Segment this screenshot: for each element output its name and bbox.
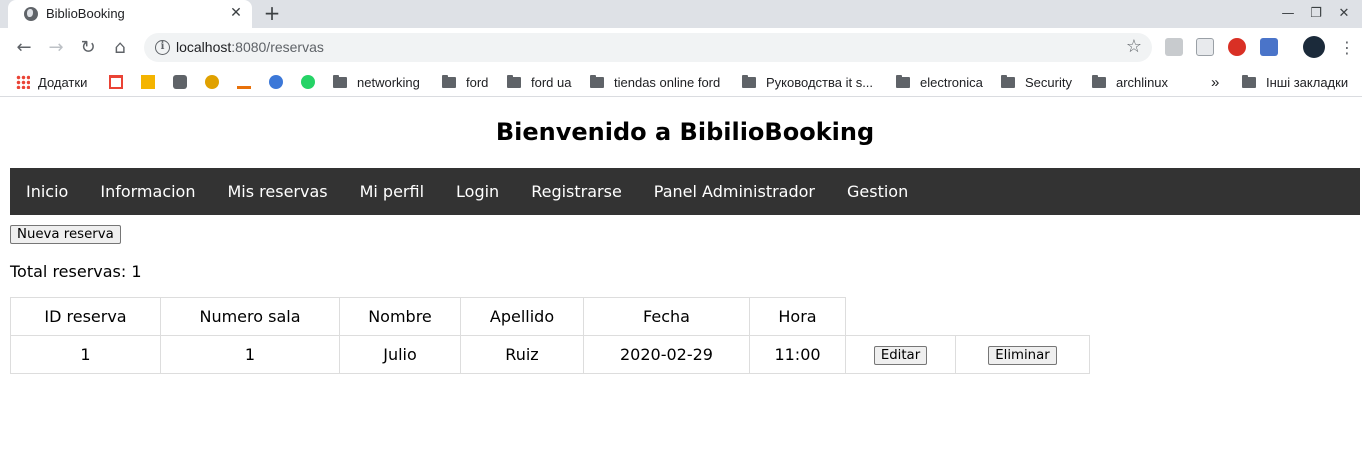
- adblock-icon[interactable]: [1228, 38, 1246, 56]
- nav-login[interactable]: Login: [440, 168, 515, 215]
- globe-icon: [24, 7, 38, 21]
- new-reservation-button[interactable]: Nueva reserva: [10, 225, 121, 244]
- browser-toolbar: ← → ↻ ⌂ i localhost:8080/reservas ☆ ⋮: [0, 28, 1362, 66]
- info-icon[interactable]: i: [155, 40, 170, 55]
- bookmark-fox[interactable]: [173, 73, 195, 91]
- total-reservations: Total reservas: 1: [10, 262, 142, 281]
- bookmark-j[interactable]: [141, 73, 163, 91]
- restore-icon[interactable]: ❐: [1306, 4, 1326, 24]
- close-window-icon[interactable]: ✕: [1334, 4, 1354, 24]
- bookmark-star-badge[interactable]: [205, 73, 227, 91]
- column-header: Fecha: [583, 297, 750, 336]
- bookmark-folder[interactable]: tiendas online ford: [590, 73, 720, 91]
- folder-icon: [590, 75, 604, 88]
- bookmark-star-icon[interactable]: ☆: [1126, 36, 1142, 57]
- bookmark-va[interactable]: [237, 73, 259, 91]
- new-tab-button[interactable]: +: [260, 2, 284, 26]
- star-badge-icon: [205, 75, 219, 89]
- column-header: ID reserva: [10, 297, 161, 336]
- delete-button[interactable]: Eliminar: [988, 346, 1057, 365]
- home-icon[interactable]: ⌂: [109, 37, 131, 59]
- tab-title: BiblioBooking: [46, 6, 125, 21]
- close-tab-icon[interactable]: ✕: [227, 4, 245, 22]
- cell-hora: 11:00: [749, 335, 846, 374]
- menu-icon[interactable]: ⋮: [1336, 37, 1358, 59]
- cell-edit: Editar: [845, 335, 956, 374]
- bookmark-gmail[interactable]: [109, 73, 131, 91]
- main-navbar: Inicio Informacion Mis reservas Mi perfi…: [10, 168, 1360, 215]
- browser-tab[interactable]: BiblioBooking ✕: [8, 0, 252, 28]
- edit-button[interactable]: Editar: [873, 346, 928, 365]
- folder-icon: [1092, 75, 1106, 88]
- cell-nombre: Julio: [339, 335, 461, 374]
- va-icon: [237, 75, 251, 89]
- bookmarks-bar: Додатки networking ford ford ua tiendas …: [0, 66, 1362, 97]
- column-header: Apellido: [460, 297, 584, 336]
- forward-icon[interactable]: →: [45, 37, 67, 59]
- table-header-row: ID reserva Numero sala Nombre Apellido F…: [10, 297, 1090, 336]
- back-icon[interactable]: ←: [13, 37, 35, 59]
- j-icon: [141, 75, 155, 89]
- gmail-icon: [109, 75, 123, 89]
- column-header: Hora: [749, 297, 846, 336]
- empty-header-cell: [955, 297, 1090, 336]
- folder-icon: [1242, 75, 1256, 88]
- table-row: 1 1 Julio Ruiz 2020-02-29 11:00 Editar E…: [10, 335, 1090, 374]
- bookmark-apps[interactable]: Додатки: [16, 73, 87, 91]
- reload-icon[interactable]: ↻: [77, 37, 99, 59]
- cell-sala: 1: [160, 335, 340, 374]
- cell-delete: Eliminar: [955, 335, 1090, 374]
- extension-icon[interactable]: [1196, 38, 1214, 56]
- nav-panel-administrador[interactable]: Panel Administrador: [638, 168, 831, 215]
- bookmark-folder[interactable]: archlinux: [1092, 73, 1168, 91]
- reservations-table: ID reserva Numero sala Nombre Apellido F…: [10, 297, 1090, 374]
- column-header: Numero sala: [160, 297, 340, 336]
- folder-icon: [507, 75, 521, 88]
- bookmark-folder[interactable]: ford ua: [507, 73, 571, 91]
- bookmark-folder[interactable]: Руководства it s...: [742, 73, 873, 91]
- bookmark-qb[interactable]: [269, 73, 291, 91]
- bookmark-folder[interactable]: Security: [1001, 73, 1072, 91]
- bookmark-folder[interactable]: ford: [442, 73, 488, 91]
- apps-icon: [16, 75, 30, 89]
- bookmark-whatsapp[interactable]: [301, 73, 323, 91]
- folder-icon: [896, 75, 910, 88]
- bookmarks-overflow-button[interactable]: »: [1211, 73, 1219, 91]
- whatsapp-icon: [301, 75, 315, 89]
- cell-id: 1: [10, 335, 161, 374]
- page-title: Bienvenido a BibilioBooking: [495, 118, 875, 146]
- fox-icon: [173, 75, 187, 89]
- qb-icon: [269, 75, 283, 89]
- empty-header-cell: [845, 297, 956, 336]
- cell-apellido: Ruiz: [460, 335, 584, 374]
- tab-strip: BiblioBooking ✕ + — ❐ ✕: [0, 0, 1362, 28]
- nav-informacion[interactable]: Informacion: [84, 168, 211, 215]
- folder-icon: [442, 75, 456, 88]
- cell-fecha: 2020-02-29: [583, 335, 750, 374]
- folder-icon: [742, 75, 756, 88]
- column-header: Nombre: [339, 297, 461, 336]
- nav-mis-reservas[interactable]: Mis reservas: [211, 168, 343, 215]
- address-bar[interactable]: i localhost:8080/reservas ☆: [144, 33, 1152, 62]
- nav-registrarse[interactable]: Registrarse: [515, 168, 638, 215]
- folder-icon: [333, 75, 347, 88]
- page-content: Bienvenido a BibilioBooking Inicio Infor…: [0, 98, 1362, 450]
- extension-icon[interactable]: [1260, 38, 1278, 56]
- nav-inicio[interactable]: Inicio: [10, 168, 84, 215]
- folder-icon: [1001, 75, 1015, 88]
- other-bookmarks[interactable]: Інші закладки: [1242, 73, 1348, 91]
- bookmark-folder[interactable]: networking: [333, 73, 420, 91]
- profile-avatar[interactable]: [1303, 36, 1325, 58]
- bookmark-folder[interactable]: electronica: [896, 73, 983, 91]
- nav-mi-perfil[interactable]: Mi perfil: [344, 168, 440, 215]
- url-text[interactable]: localhost:8080/reservas: [176, 39, 324, 55]
- extension-icon[interactable]: [1165, 38, 1183, 56]
- minimize-icon[interactable]: —: [1278, 4, 1298, 24]
- nav-gestion[interactable]: Gestion: [831, 168, 924, 215]
